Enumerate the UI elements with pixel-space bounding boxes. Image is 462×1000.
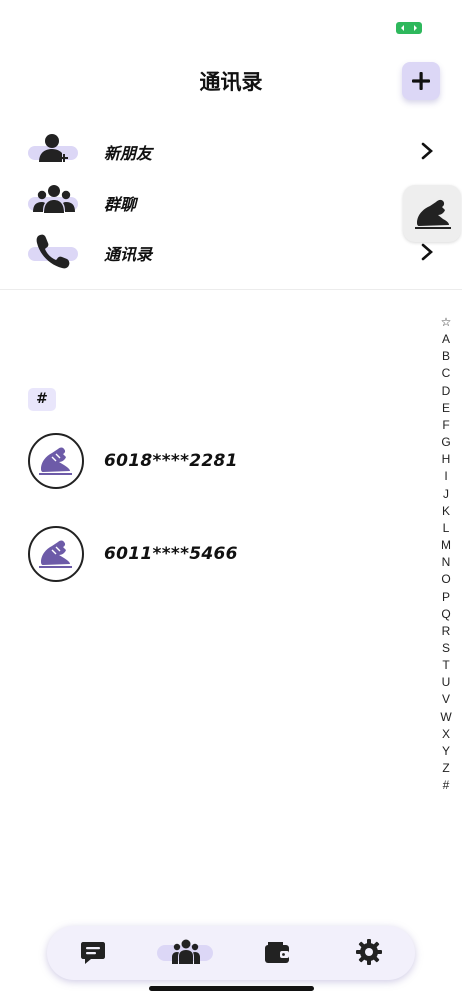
index-letter[interactable]: T (436, 657, 456, 674)
contact-name: 6018****2281 (104, 451, 238, 471)
index-letter[interactable]: D (436, 383, 456, 400)
phone-icon (33, 231, 77, 271)
divider (0, 289, 462, 290)
page-title: 通讯录 (199, 70, 263, 94)
chevron-right-icon (421, 142, 433, 160)
menu-label: 通讯录 (104, 245, 153, 264)
sneaker-logo-icon (39, 447, 72, 475)
wallet-icon (265, 942, 289, 963)
index-letter[interactable]: Y (436, 743, 456, 760)
index-letter[interactable]: P (436, 589, 456, 606)
tab-settings[interactable] (323, 926, 415, 980)
contact-name: 6011****5466 (104, 544, 238, 564)
index-letter[interactable]: A (436, 331, 456, 348)
battery-icon (396, 22, 422, 34)
sneaker-logo-icon (415, 199, 451, 229)
settings-icon (356, 939, 382, 965)
index-letter[interactable]: ☆ (436, 314, 456, 331)
index-letter[interactable]: L (436, 520, 456, 537)
index-letter[interactable]: I (436, 468, 456, 485)
sneaker-logo-icon (39, 540, 72, 568)
avatar (28, 526, 84, 582)
group-icon (33, 181, 77, 221)
index-letter[interactable]: X (436, 726, 456, 743)
index-letter[interactable]: W (436, 709, 456, 726)
index-letter[interactable]: # (436, 777, 456, 794)
index-letter[interactable]: R (436, 623, 456, 640)
index-letter[interactable]: G (436, 434, 456, 451)
index-letter[interactable]: Z (436, 760, 456, 777)
contacts-icon (172, 939, 200, 964)
chevron-right-icon (421, 243, 433, 261)
menu-label: 群聊 (104, 195, 137, 214)
add-contact-button[interactable] (402, 62, 440, 100)
index-letter[interactable]: M (436, 537, 456, 554)
index-letter[interactable]: K (436, 503, 456, 520)
menu-group-chat[interactable]: 群聊 (0, 181, 462, 225)
add-user-icon (33, 130, 77, 170)
chat-icon (81, 942, 105, 964)
home-indicator (149, 986, 314, 991)
index-letter[interactable]: U (436, 674, 456, 691)
index-letter[interactable]: Q (436, 606, 456, 623)
index-letter[interactable]: B (436, 348, 456, 365)
index-letter[interactable]: O (436, 571, 456, 588)
contact-row[interactable]: 6011****5466 (0, 526, 420, 588)
index-letter[interactable]: S (436, 640, 456, 657)
plus-icon (412, 72, 430, 90)
menu-label: 新朋友 (104, 144, 153, 163)
avatar (28, 433, 84, 489)
floating-app-button[interactable] (403, 185, 461, 242)
section-header: # (28, 388, 56, 411)
index-letter[interactable]: N (436, 554, 456, 571)
tab-contacts[interactable] (139, 926, 231, 980)
alphabet-index[interactable]: ☆ A B C D E F G H I J K L M N O P Q R S T U V W X Y Z # (436, 314, 456, 794)
bottom-tab-bar (47, 926, 415, 980)
index-letter[interactable]: H (436, 451, 456, 468)
index-letter[interactable]: F (436, 417, 456, 434)
index-letter[interactable]: C (436, 365, 456, 382)
tab-wallet[interactable] (231, 926, 323, 980)
menu-new-friends[interactable]: 新朋友 (0, 130, 462, 174)
contact-row[interactable]: 6018****2281 (0, 433, 420, 495)
index-letter[interactable]: J (436, 486, 456, 503)
index-letter[interactable]: V (436, 691, 456, 708)
index-letter[interactable]: E (436, 400, 456, 417)
tab-chats[interactable] (47, 926, 139, 980)
menu-address-book[interactable]: 通讯录 (0, 231, 462, 275)
